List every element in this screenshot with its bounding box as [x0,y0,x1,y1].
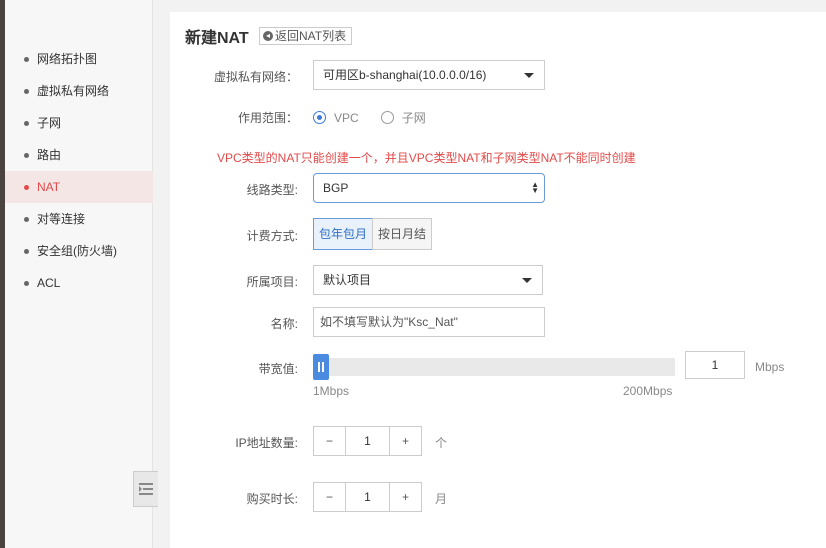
line-type-value: BGP [323,181,349,195]
radio-label: VPC [334,110,359,125]
bullet-icon [24,249,29,254]
sidebar-item-topology[interactable]: 网络拓扑图 [5,43,153,75]
bullet-icon [24,57,29,62]
sidebar-item-label: 虚拟私有网络 [37,84,110,98]
bandwidth-slider[interactable] [313,354,675,380]
sidebar-item-label: 子网 [37,116,62,130]
increment-button[interactable]: + [390,427,421,455]
sidebar-item-label: ACL [37,276,61,290]
sidebar-item-label: 安全组(防火墙) [37,244,117,258]
sidebar-list: 网络拓扑图 虚拟私有网络 子网 路由 NAT 对等连接 安全组(防火墙) ACL [5,43,153,299]
name-input-placeholder: 如不填写默认为"Ksc_Nat" [320,315,458,329]
radio-label: 子网 [401,111,426,125]
scope-radio-vpc[interactable]: VPC [313,111,359,125]
scope-label: 作用范围： [237,111,298,125]
main-panel: 新建NAT ◂ 返回NAT列表 虚拟私有网络： 可用区b-shanghai(10… [170,12,826,548]
page-title: 新建NAT [185,30,249,47]
bandwidth-unit: Mbps [755,360,785,374]
ip-count-stepper: − 1 + [313,426,422,456]
duration-label: 购买时长: [246,492,298,506]
billing-label: 计费方式: [246,229,298,243]
sidebar-item-peering[interactable]: 对等连接 [5,203,153,235]
bandwidth-input[interactable]: 1 [685,351,745,379]
billing-yearly-monthly-button[interactable]: 包年包月 [313,218,374,250]
top-gap [153,0,826,12]
bullet-icon [24,185,29,190]
bandwidth-label: 带宽值: [258,362,298,376]
bullet-icon [24,217,29,222]
name-input[interactable]: 如不填写默认为"Ksc_Nat" [313,307,545,337]
select-arrows-icon: ▲ ▼ [531,180,539,195]
vpc-select-value: 可用区b-shanghai(10.0.0.0/16) [323,68,487,82]
sidebar-collapse-button[interactable] [133,471,158,507]
sidebar-item-route[interactable]: 路由 [5,139,153,171]
project-label: 所属项目: [246,275,298,289]
sidebar-item-nat[interactable]: NAT [5,171,153,203]
bullet-icon [24,281,29,286]
chevron-down-icon [522,278,532,283]
name-label: 名称: [270,317,298,331]
sidebar-item-label: 网络拓扑图 [37,52,98,66]
slider-max-label: 200Mbps [623,384,673,398]
duration-stepper: − 1 + [313,482,422,512]
billing-toggle-group: 包年包月 按日月结 [313,218,433,250]
sidebar-item-subnet[interactable]: 子网 [5,107,153,139]
sidebar-item-vpc[interactable]: 虚拟私有网络 [5,75,153,107]
sidebar-item-label: NAT [37,180,61,194]
bullet-icon [24,89,29,94]
slider-min-label: 1Mbps [313,384,350,398]
sidebar-item-security-group[interactable]: 安全组(防火墙) [5,235,153,267]
warning-message: VPC类型的NAT只能创建一个，并且VPC类型NAT和子网类型NAT不能同时创建 [217,151,636,165]
increment-button[interactable]: + [390,483,421,511]
sidebar-item-label: 对等连接 [37,212,86,226]
back-label: 返回NAT列表 [275,29,347,43]
radio-unchecked-icon [380,111,394,124]
line-type-label: 线路类型: [246,183,298,197]
bullet-icon [24,121,29,126]
scope-radio-subnet[interactable]: 子网 [380,109,426,126]
duration-unit: 月 [435,492,448,506]
project-select[interactable]: 默认项目 [313,265,543,295]
ip-count-label: IP地址数量: [235,436,298,450]
back-to-nat-list-button[interactable]: ◂ 返回NAT列表 [259,27,353,45]
sidebar: 网络拓扑图 虚拟私有网络 子网 路由 NAT 对等连接 安全组(防火墙) ACL [5,0,158,548]
billing-daily-monthly-button[interactable]: 按日月结 [372,218,433,250]
project-select-value: 默认项目 [323,273,372,287]
decrement-button[interactable]: − [314,483,345,511]
bullet-icon [24,153,29,158]
duration-value[interactable]: 1 [345,483,390,511]
sidebar-item-label: 路由 [37,148,62,162]
decrement-button[interactable]: − [314,427,345,455]
sidebar-item-acl[interactable]: ACL [5,267,153,299]
ip-count-value[interactable]: 1 [345,427,390,455]
collapse-menu-icon [139,483,153,495]
vpc-select[interactable]: 可用区b-shanghai(10.0.0.0/16) [313,60,545,90]
slider-handle[interactable] [313,354,329,380]
scope-radio-group: VPC 子网 [313,109,448,126]
chevron-down-icon [524,73,534,78]
vpc-label: 虚拟私有网络： [213,70,298,84]
radio-checked-icon [313,111,326,124]
arrow-circle-left-icon: ◂ [263,31,273,41]
ip-count-unit: 个 [435,436,448,450]
line-type-select[interactable]: BGP ▲ ▼ [313,173,545,203]
